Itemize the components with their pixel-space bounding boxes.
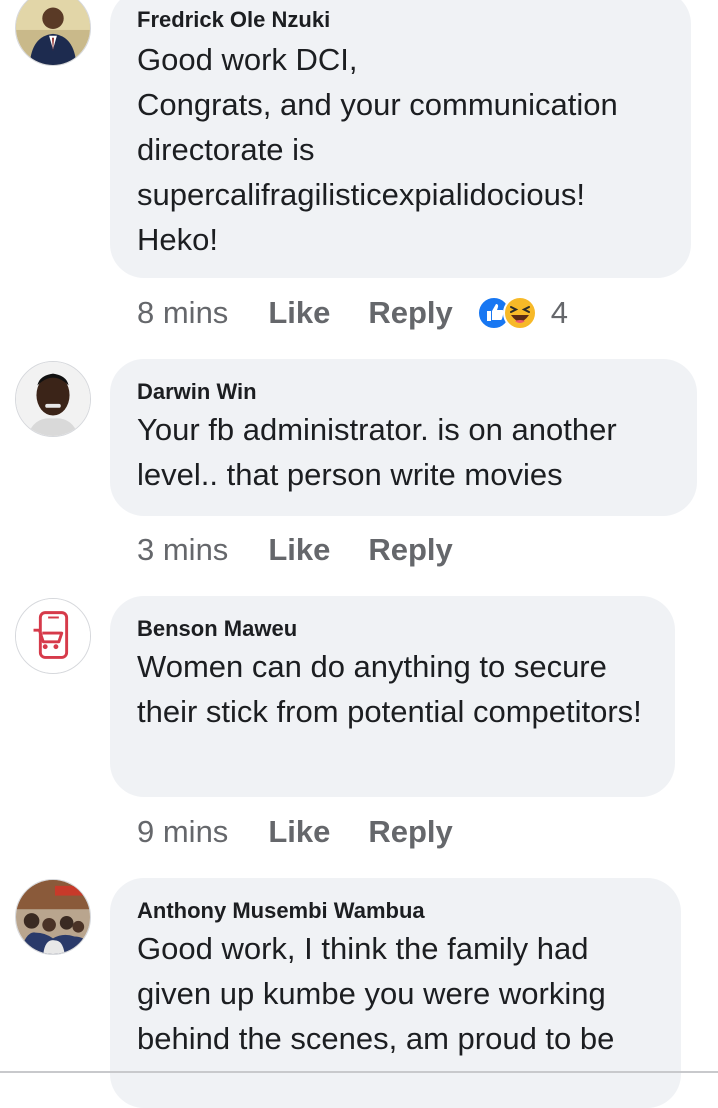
comment-timestamp[interactable]: 9 mins <box>137 814 228 850</box>
reply-button[interactable]: Reply <box>368 814 452 850</box>
profile-photo-icon <box>16 0 90 65</box>
comment-bubble: Benson Maweu Women can do anything to se… <box>110 596 675 797</box>
shopping-app-logo-icon <box>16 599 90 673</box>
avatar[interactable] <box>15 879 91 955</box>
comment-text: Good work, I think the family had given … <box>137 931 615 1056</box>
reply-button[interactable]: Reply <box>368 295 452 331</box>
like-button[interactable]: Like <box>268 814 330 850</box>
comment-actions: 8 mins Like Reply 4 <box>137 293 568 333</box>
comment-text: Good work DCI, Congrats, and your commun… <box>137 42 618 257</box>
like-button[interactable]: Like <box>268 295 330 331</box>
avatar[interactable] <box>15 598 91 674</box>
comment-author[interactable]: Benson Maweu <box>137 616 649 642</box>
comment-bubble: Darwin Win Your fb administrator. is on … <box>110 359 697 516</box>
comment-author[interactable]: Anthony Musembi Wambua <box>137 898 655 924</box>
comment-timestamp[interactable]: 3 mins <box>137 532 228 568</box>
comment-text: Your fb administrator. is on another lev… <box>137 412 617 492</box>
haha-reaction-icon <box>502 296 537 330</box>
comment-author[interactable]: Fredrick Ole Nzuki <box>137 7 665 33</box>
reactions-summary[interactable]: 4 <box>476 295 569 331</box>
comment-actions: 3 mins Like Reply <box>137 530 491 570</box>
profile-photo-icon <box>16 362 90 436</box>
comment-author[interactable]: Darwin Win <box>137 379 671 405</box>
comment-bubble: Fredrick Ole Nzuki Good work DCI, Congra… <box>110 0 691 278</box>
reply-button[interactable]: Reply <box>368 532 452 568</box>
comment-text: Women can do anything to secure their st… <box>137 649 642 729</box>
comment-actions: 9 mins Like Reply <box>137 812 491 852</box>
avatar[interactable] <box>15 361 91 437</box>
comment-bubble: Anthony Musembi Wambua Good work, I thin… <box>110 878 681 1108</box>
like-button[interactable]: Like <box>268 532 330 568</box>
group-photo-icon <box>16 880 90 954</box>
avatar[interactable] <box>15 0 91 66</box>
comment-timestamp[interactable]: 8 mins <box>137 295 228 331</box>
reaction-count: 4 <box>550 295 569 330</box>
